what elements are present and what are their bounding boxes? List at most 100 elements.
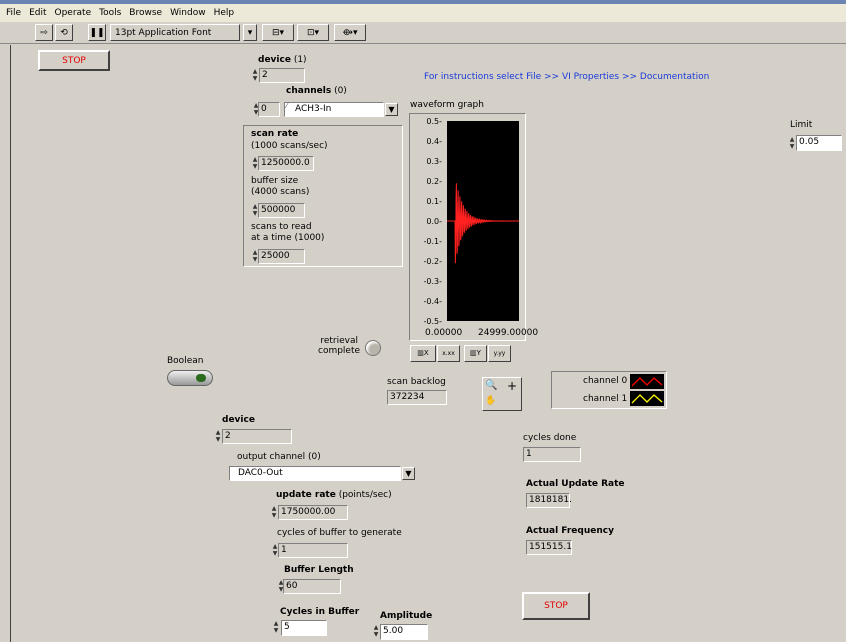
amplitude-label: Amplitude — [380, 611, 433, 621]
run-continuously-icon: ⟲ — [60, 27, 68, 38]
y-tick-label: -0.5- — [423, 317, 443, 326]
limit-field[interactable]: 0.05 — [796, 135, 842, 151]
pause-button[interactable]: ❚❚ — [88, 24, 106, 41]
led-indicator — [196, 374, 206, 382]
graph-palette: 🔍 + ✋ — [482, 377, 522, 411]
output-channel-select[interactable]: DAC0-Out — [229, 466, 401, 481]
reorder-button[interactable]: ⟴▾ — [334, 24, 366, 41]
menu-file[interactable]: File — [2, 8, 25, 18]
menu-browse[interactable]: Browse — [125, 8, 166, 18]
chevron-down-icon: ▼ — [405, 469, 412, 478]
y-tick-label: -0.4- — [423, 297, 443, 306]
legend-channel1: channel 1 — [583, 394, 628, 404]
font-dropdown-button[interactable]: ▾ — [243, 24, 257, 41]
y-scale-format-button[interactable]: ▥Y — [464, 345, 487, 362]
channels-select[interactable]: ACH3-In — [284, 102, 384, 117]
graph-y-axis: 0.5- 0.4- 0.3- 0.2- 0.1- 0.0- -0.1- -0.2- -0.3- -… — [410, 117, 444, 327]
device1-spinner[interactable]: ▲ ▼ — [251, 68, 259, 83]
retrieval-label-2: complete — [318, 346, 361, 356]
y-tick-label: 0.2- — [426, 177, 442, 186]
buffer-length-field[interactable]: 60 — [283, 579, 341, 594]
pan-hand-icon[interactable]: ✋ — [485, 396, 501, 410]
chevron-down-icon: ▼ — [388, 105, 395, 114]
update-rate-field[interactable]: 1750000.00 — [278, 505, 348, 520]
run-button[interactable]: ⇨ — [35, 24, 53, 41]
x-format-button[interactable]: x.xx — [437, 345, 460, 362]
retrieval-complete-led — [365, 340, 381, 356]
graph-xmin: 0.00000 — [425, 328, 463, 338]
actual-update-rate-label: Actual Update Rate — [526, 479, 625, 489]
menu-edit[interactable]: Edit — [25, 8, 50, 18]
buffer-size-field[interactable]: 500000 — [258, 203, 305, 218]
limit-label: Limit — [790, 120, 813, 130]
scan-rate-label: scan rate — [251, 129, 299, 139]
device2-spinner[interactable]: ▲ ▼ — [214, 429, 222, 444]
limit-spinner[interactable]: ▲ ▼ — [788, 136, 796, 151]
zoom-icon[interactable]: 🔍 — [485, 380, 501, 394]
cycles-in-buffer-field[interactable]: 5 — [281, 620, 327, 636]
scan-backlog-field: 372234 — [387, 390, 447, 405]
buffer-size-sub: (4000 scans) — [251, 187, 310, 197]
device2-field[interactable]: 2 — [222, 429, 292, 444]
chevron-down-icon: ▾ — [247, 27, 253, 38]
boolean-toggle[interactable] — [167, 370, 213, 386]
yellow-line-swatch-icon — [631, 394, 663, 404]
stop-button-top[interactable]: STOP — [38, 50, 110, 71]
cycles-done-label: cycles done — [523, 433, 577, 443]
y-tick-label: -0.2- — [423, 257, 443, 266]
run-continuously-button[interactable]: ⟲ — [55, 24, 73, 41]
retrieval-label-1: retrieval — [320, 336, 358, 346]
menu-help[interactable]: Help — [210, 8, 239, 18]
waveform-trace — [447, 183, 519, 264]
boolean-label: Boolean — [167, 356, 204, 366]
legend-channel0-swatch[interactable] — [630, 374, 664, 389]
io-name-icon: ⁄ — [286, 102, 288, 110]
y-tick-label: -0.3- — [423, 277, 443, 286]
channels-label: channels (0) — [286, 86, 347, 96]
channels-index-field[interactable]: 0 — [258, 102, 280, 117]
waveform-svg — [447, 183, 519, 264]
stop-button-bottom[interactable]: STOP — [522, 592, 590, 620]
toolbar: ⇨ ⟲ ❚❚ 13pt Application Font ▾ ⊟▾ ⊡▾ ⟴▾ — [0, 22, 846, 44]
font-selector[interactable]: 13pt Application Font — [110, 24, 240, 41]
crosshair-icon[interactable]: + — [504, 380, 520, 394]
red-line-swatch-icon — [631, 377, 663, 387]
cycles-in-buffer-spinner[interactable]: ▲ ▼ — [272, 620, 280, 635]
waveform-plot-area — [447, 121, 519, 321]
menu-tools[interactable]: Tools — [95, 8, 125, 18]
instructions-text: For instructions select File >> VI Prope… — [424, 72, 710, 82]
scans-to-read-sub: at a time (1000) — [251, 233, 325, 243]
device1-field[interactable]: 2 — [259, 68, 305, 83]
y-tick-label: -0.1- — [423, 237, 443, 246]
distribute-objects-button[interactable]: ⊡▾ — [297, 24, 329, 41]
y-tick-label: 0.0- — [426, 217, 442, 226]
update-rate-label: update rate (points/sec) — [276, 490, 392, 500]
menu-operate[interactable]: Operate — [51, 8, 96, 18]
reorder-icon: ⟴▾ — [342, 27, 358, 38]
amplitude-field[interactable]: 5.00 — [380, 624, 428, 640]
cycles-gen-field[interactable]: 1 — [278, 543, 348, 558]
y-format-button[interactable]: y.yy — [488, 345, 511, 362]
legend-channel1-swatch[interactable] — [630, 391, 664, 406]
amplitude-spinner[interactable]: ▲ ▼ — [372, 624, 380, 639]
graph-xmax: 24999.00000 — [478, 328, 539, 338]
cycles-done-field: 1 — [523, 447, 581, 462]
channels-dropdown-button[interactable]: ▼ — [385, 103, 398, 116]
align-objects-button[interactable]: ⊟▾ — [262, 24, 294, 41]
scans-to-read-field[interactable]: 25000 — [258, 249, 305, 264]
y-tick-label: 0.3- — [426, 157, 442, 166]
x-scale-format-button[interactable]: ▥X — [410, 345, 436, 362]
actual-update-rate-field: 1818181. — [526, 493, 572, 508]
update-rate-spinner[interactable]: ▲ ▼ — [270, 505, 278, 520]
align-icon: ⊟▾ — [271, 27, 285, 38]
output-channel-dropdown-button[interactable]: ▼ — [402, 467, 415, 480]
device2-label: device — [222, 415, 255, 425]
actual-frequency-field: 151515.1 — [526, 540, 572, 555]
y-tick-label: 0.4- — [426, 137, 442, 146]
cycles-in-buffer-label: Cycles in Buffer — [280, 607, 360, 617]
menu-window[interactable]: Window — [166, 8, 210, 18]
menu-bar: File Edit Operate Tools Browse Window He… — [0, 0, 846, 22]
pause-icon: ❚❚ — [89, 27, 105, 38]
y-tick-label: 0.5- — [426, 117, 442, 126]
scan-rate-field[interactable]: 1250000.0 — [258, 156, 314, 171]
